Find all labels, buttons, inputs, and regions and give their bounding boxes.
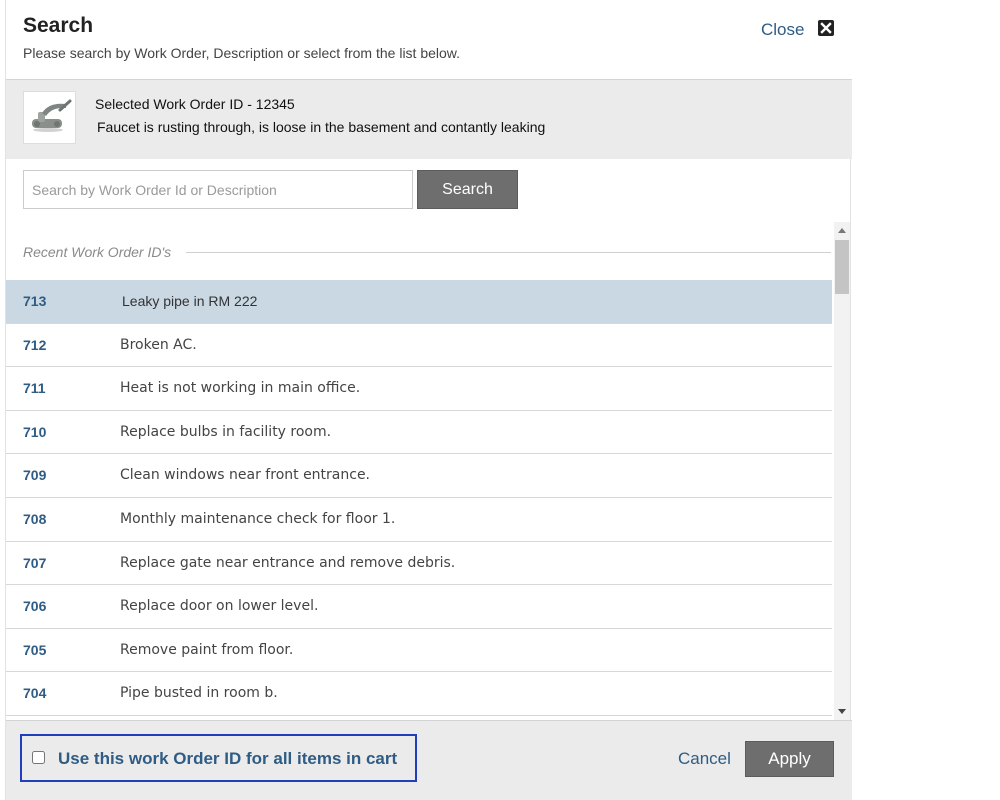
- faucet-icon: [32, 99, 72, 132]
- work-order-id: 705: [23, 641, 47, 658]
- work-order-id: 710: [23, 423, 47, 440]
- close-icon[interactable]: [818, 20, 834, 36]
- list-item[interactable]: 706 Replace door on lower level.: [6, 585, 832, 629]
- search-input[interactable]: [23, 170, 413, 209]
- dialog-title: Search: [23, 14, 94, 37]
- work-order-description: Heat is not working in main office.: [120, 380, 361, 397]
- work-order-description: Remove paint from floor.: [120, 641, 294, 658]
- list-item[interactable]: 713 Leaky pipe in RM 222: [6, 280, 832, 324]
- work-order-description: Broken AC.: [120, 336, 197, 353]
- work-order-id: 706: [23, 598, 47, 615]
- list-item[interactable]: 710 Replace bulbs in facility room.: [6, 410, 832, 455]
- work-order-search-dialog: Search Please search by Work Order, Desc…: [5, 0, 852, 800]
- list-item[interactable]: 712 Broken AC.: [6, 323, 832, 368]
- selected-work-order-description: Faucet is rusting through, is loose in t…: [97, 119, 546, 135]
- work-order-list: 713 Leaky pipe in RM 222 712 Broken AC. …: [6, 280, 832, 716]
- work-order-description: Leaky pipe in RM 222: [122, 293, 258, 309]
- dialog-header: Search Please search by Work Order, Desc…: [6, 0, 852, 80]
- list-item[interactable]: 711 Heat is not working in main office.: [6, 367, 832, 411]
- close-x-glyph: [820, 22, 832, 34]
- list-item[interactable]: 704 Pipe busted in room b.: [6, 672, 832, 716]
- dialog-footer: Use this work Order ID for all items in …: [6, 720, 852, 800]
- close-link[interactable]: Close: [761, 20, 804, 40]
- work-order-id: 704: [23, 685, 47, 702]
- work-order-description: Replace bulbs in facility room.: [120, 423, 332, 440]
- work-order-description: Clean windows near front entrance.: [120, 467, 371, 484]
- list-item[interactable]: 707 Replace gate near entrance and remov…: [6, 541, 832, 586]
- list-scrollbar[interactable]: [834, 222, 850, 720]
- cancel-link[interactable]: Cancel: [678, 749, 731, 769]
- list-item[interactable]: 705 Remove paint from floor.: [6, 628, 832, 673]
- work-order-description: Replace gate near entrance and remove de…: [120, 554, 456, 571]
- faucet-image: [23, 91, 76, 144]
- work-order-id: 712: [23, 336, 47, 353]
- recent-section-label: Recent Work Order ID's: [23, 244, 172, 260]
- work-order-id: 708: [23, 510, 47, 527]
- apply-button[interactable]: Apply: [745, 741, 834, 777]
- search-button[interactable]: Search: [417, 170, 518, 209]
- apply-to-all-label[interactable]: Use this work Order ID for all items in …: [58, 749, 397, 769]
- scroll-up-arrow-icon[interactable]: [838, 228, 846, 233]
- work-order-id: 711: [23, 380, 46, 397]
- scrollbar-thumb[interactable]: [835, 240, 849, 294]
- selected-work-order-panel: Selected Work Order ID - 12345 Faucet is…: [6, 80, 852, 159]
- work-order-list-area: Recent Work Order ID's 713 Leaky pipe in…: [6, 222, 852, 720]
- apply-to-all-option: Use this work Order ID for all items in …: [20, 734, 417, 782]
- apply-to-all-checkbox[interactable]: [32, 751, 45, 764]
- work-order-description: Replace door on lower level.: [120, 598, 319, 615]
- work-order-id: 713: [23, 293, 47, 309]
- work-order-description: Monthly maintenance check for floor 1.: [120, 510, 396, 527]
- list-item[interactable]: 708 Monthly maintenance check for floor …: [6, 497, 832, 542]
- work-order-id: 709: [23, 467, 47, 484]
- section-divider: [186, 252, 831, 253]
- work-order-description: Pipe busted in room b.: [120, 685, 278, 702]
- selected-work-order-title: Selected Work Order ID - 12345: [95, 96, 295, 112]
- dialog-subtitle: Please search by Work Order, Description…: [23, 45, 461, 61]
- work-order-id: 707: [23, 554, 47, 571]
- scroll-down-arrow-icon[interactable]: [838, 709, 846, 714]
- list-item[interactable]: 709 Clean windows near front entrance.: [6, 454, 832, 498]
